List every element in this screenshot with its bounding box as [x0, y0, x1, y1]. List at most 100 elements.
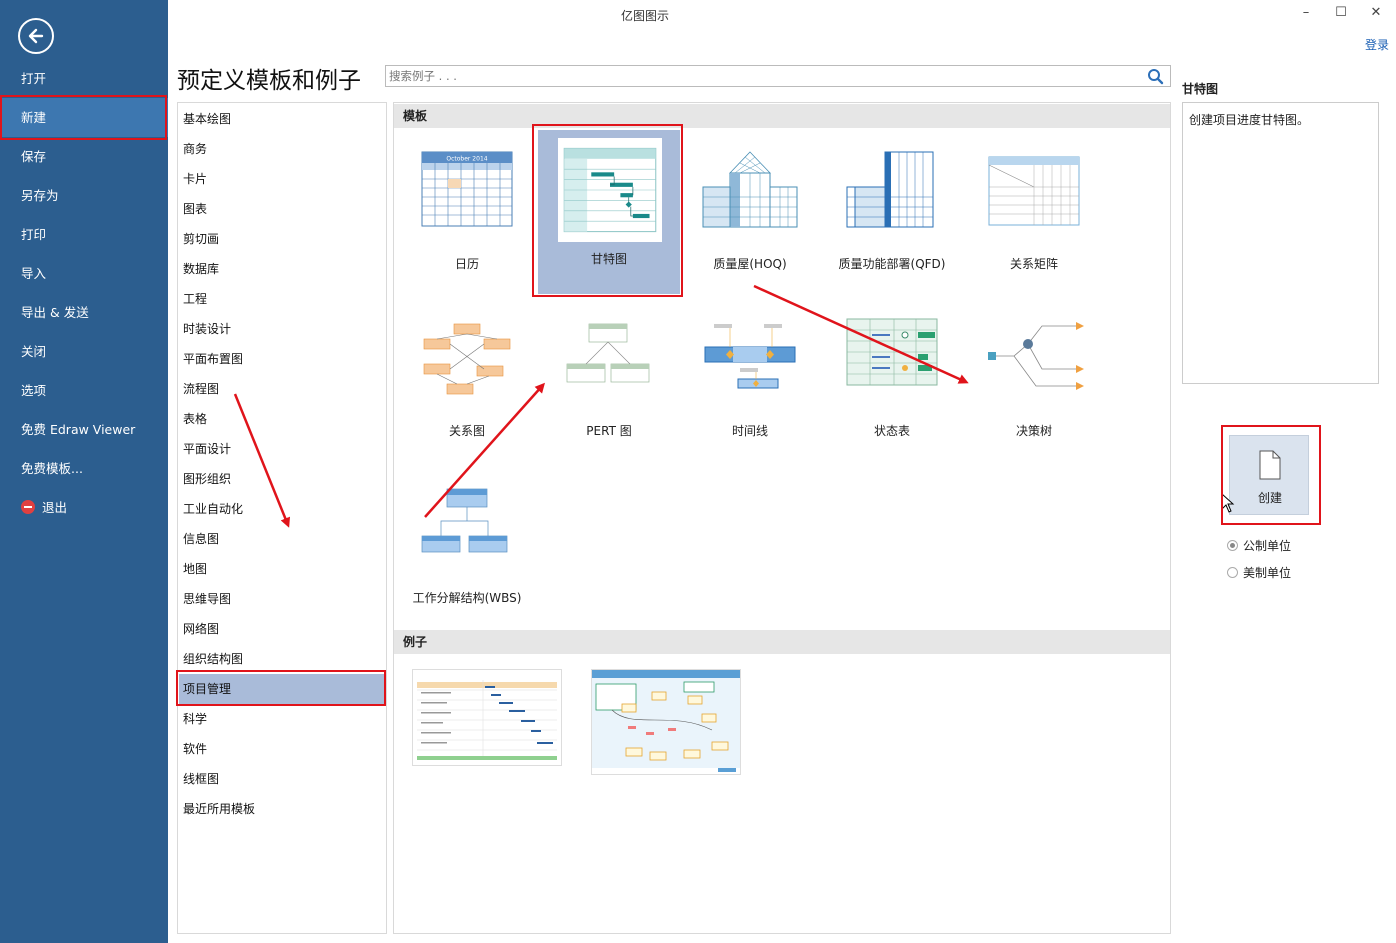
category-item[interactable]: 图形组织 [179, 464, 385, 494]
template-timeline[interactable]: 时间线 [680, 314, 820, 474]
sidebar-item-exit[interactable]: 退出 [0, 488, 168, 527]
radio-label: 公制单位 [1243, 539, 1292, 553]
template-hoq[interactable]: 质量屋(HOQ) [680, 147, 820, 307]
sidebar-item-label: 关闭 [21, 344, 47, 359]
minimize-icon[interactable]: – [1292, 4, 1320, 22]
category-item[interactable]: 卡片 [179, 164, 385, 194]
sidebar-item-close[interactable]: 关闭 [0, 332, 168, 371]
example-project-thumb [592, 670, 740, 774]
template-label: 决策树 [1015, 424, 1052, 438]
sidebar-item-import[interactable]: 导入 [0, 254, 168, 293]
examples-section-header: 例子 [394, 630, 1170, 654]
category-item[interactable]: 图表 [179, 194, 385, 224]
hoq-thumb [702, 151, 798, 228]
category-item[interactable]: 地图 [179, 554, 385, 584]
create-button[interactable]: 创建 [1229, 435, 1309, 515]
sidebar-item-label: 打印 [21, 227, 47, 242]
sidebar-item-print[interactable]: 打印 [0, 215, 168, 254]
back-button[interactable] [18, 18, 54, 54]
timeline-thumb [704, 324, 796, 389]
search-input[interactable] [386, 66, 1126, 86]
example-gantt-thumb [417, 674, 557, 761]
us-units-radio[interactable]: 美制单位 [1227, 564, 1291, 581]
backstage-sidebar: 打开 新建 保存 另存为 打印 导入 导出 & 发送 关闭 选项 免费 Edra… [0, 0, 168, 943]
category-item[interactable]: 流程图 [179, 374, 385, 404]
sidebar-item-label: 打开 [21, 71, 47, 86]
example-project-map[interactable] [591, 669, 741, 775]
category-item[interactable]: 工程 [179, 284, 385, 314]
sidebar-item-edraw-viewer[interactable]: 免费 Edraw Viewer [0, 410, 168, 449]
decision-tree-thumb [988, 322, 1084, 390]
templates-section-header: 模板 [394, 104, 1170, 128]
sidebar-item-new[interactable]: 新建 [0, 98, 168, 137]
template-wbs[interactable]: 工作分解结构(WBS) [397, 481, 537, 641]
category-item[interactable]: 数据库 [179, 254, 385, 284]
relation-thumb [423, 323, 511, 395]
template-pert[interactable]: PERT 图 [539, 314, 679, 474]
status-table-thumb [846, 318, 938, 386]
template-calendar[interactable]: October 2014 日历 [397, 147, 537, 307]
category-item[interactable]: 基本绘图 [179, 104, 385, 134]
sidebar-item-export-send[interactable]: 导出 & 发送 [0, 293, 168, 332]
template-label: 质量功能部署(QFD) [838, 257, 946, 271]
sidebar-item-label: 另存为 [21, 188, 59, 203]
template-label: 甘特图 [590, 252, 627, 266]
template-description: 创建项目进度甘特图。 [1182, 102, 1379, 384]
sidebar-item-label: 免费 Edraw Viewer [21, 422, 136, 437]
search-box [385, 65, 1171, 87]
category-item[interactable]: 剪切画 [179, 224, 385, 254]
category-item[interactable]: 平面布置图 [179, 344, 385, 374]
template-label: 工作分解结构(WBS) [412, 591, 522, 605]
template-status-table[interactable]: 状态表 [822, 314, 962, 474]
template-qfd[interactable]: 质量功能部署(QFD) [822, 147, 962, 307]
metric-units-radio[interactable]: 公制单位 [1227, 537, 1291, 554]
maximize-icon[interactable]: ☐ [1327, 4, 1355, 22]
radio-label: 美制单位 [1243, 566, 1292, 580]
window-title: 亿图图示 [620, 9, 669, 23]
login-link[interactable]: 登录 [1365, 36, 1389, 53]
sidebar-item-open[interactable]: 打开 [0, 59, 168, 98]
category-item[interactable]: 软件 [179, 734, 385, 764]
sidebar-item-label: 新建 [21, 110, 47, 125]
category-item[interactable]: 网络图 [179, 614, 385, 644]
svg-text:October 2014: October 2014 [446, 156, 487, 163]
radio-dot-checked [1227, 540, 1238, 551]
sidebar-item-options[interactable]: 选项 [0, 371, 168, 410]
back-arrow-icon [28, 28, 44, 44]
gantt-thumb [558, 138, 662, 242]
category-item[interactable]: 组织结构图 [179, 644, 385, 674]
category-item[interactable]: 工业自动化 [179, 494, 385, 524]
category-item[interactable]: 最近所用模板 [179, 794, 385, 824]
template-gallery: 模板 October 2014 日历 甘特图 质量屋(HOQ) 质量功能部署(Q… [393, 102, 1171, 934]
template-label: PERT 图 [586, 424, 632, 438]
category-item[interactable]: 科学 [179, 704, 385, 734]
category-item[interactable]: 思维导图 [179, 584, 385, 614]
category-list: 基本绘图 商务 卡片 图表 剪切画 数据库 工程 时装设计 平面布置图 流程图 … [177, 102, 387, 934]
sidebar-item-label: 导入 [21, 266, 47, 281]
search-icon[interactable] [1147, 68, 1164, 85]
exit-icon [21, 500, 35, 514]
template-label: 状态表 [873, 424, 910, 438]
example-gantt-chart[interactable] [412, 669, 562, 766]
sidebar-item-label: 免费模板... [21, 461, 83, 476]
category-item[interactable]: 信息图 [179, 524, 385, 554]
sidebar-item-free-templates[interactable]: 免费模板... [0, 449, 168, 488]
template-label: 质量屋(HOQ) [713, 257, 787, 271]
category-item[interactable]: 表格 [179, 404, 385, 434]
category-item[interactable]: 平面设计 [179, 434, 385, 464]
sidebar-item-save[interactable]: 保存 [0, 137, 168, 176]
close-icon[interactable]: ✕ [1362, 4, 1390, 22]
category-item-project-management[interactable]: 项目管理 [179, 674, 385, 704]
template-label: 日历 [454, 257, 479, 271]
template-relation-matrix[interactable]: 关系矩阵 [964, 147, 1104, 307]
template-relation-diagram[interactable]: 关系图 [397, 314, 537, 474]
qfd-thumb [846, 151, 934, 228]
description-text: 创建项目进度甘特图。 [1189, 113, 1310, 127]
category-item[interactable]: 商务 [179, 134, 385, 164]
sidebar-item-save-as[interactable]: 另存为 [0, 176, 168, 215]
wbs-thumb [421, 488, 508, 553]
template-gantt[interactable]: 甘特图 [538, 130, 680, 294]
category-item[interactable]: 时装设计 [179, 314, 385, 344]
template-decision-tree[interactable]: 决策树 [964, 314, 1104, 474]
category-item[interactable]: 线框图 [179, 764, 385, 794]
